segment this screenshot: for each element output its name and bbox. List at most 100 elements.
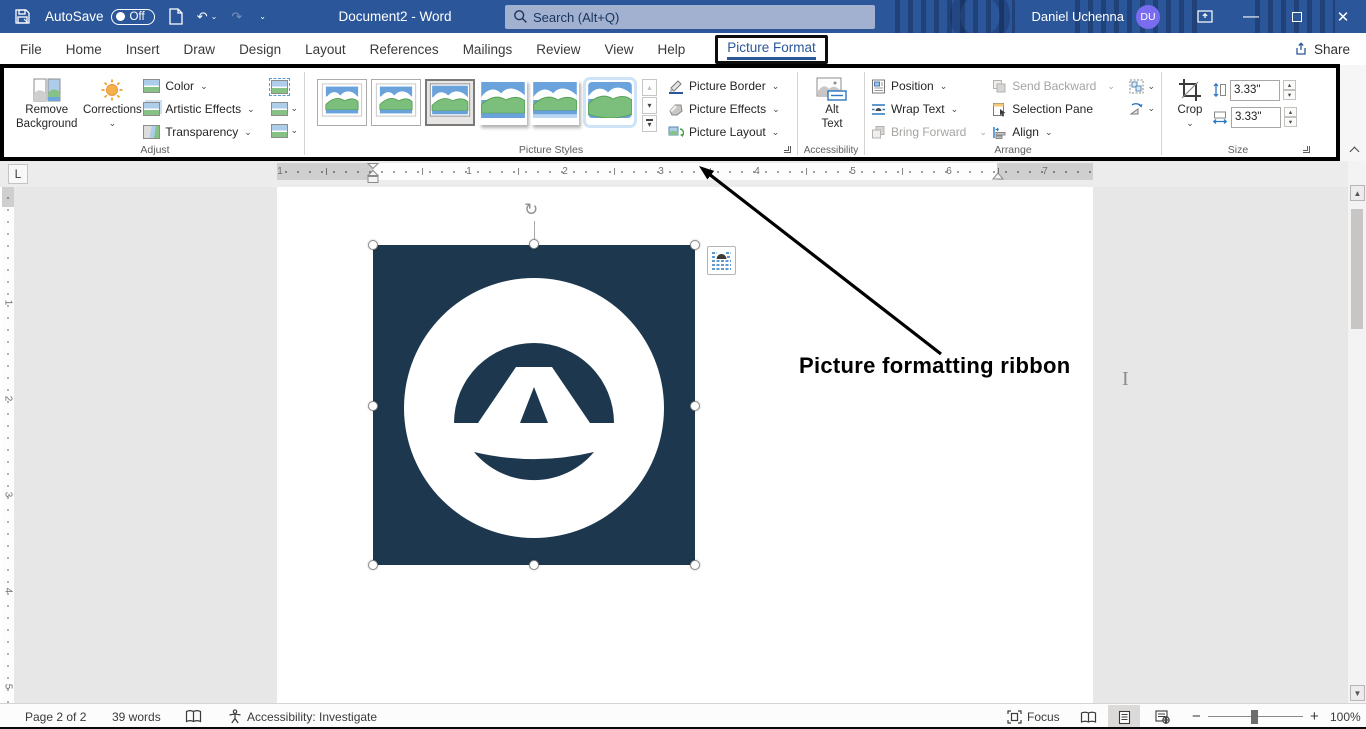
read-mode-button[interactable]	[1072, 705, 1104, 729]
zoom-in-button[interactable]: +	[1310, 704, 1319, 729]
tab-picture-format[interactable]: Picture Format	[727, 40, 816, 60]
corrections-button[interactable]: Corrections ⌄	[81, 73, 143, 131]
height-input[interactable]	[1230, 80, 1280, 101]
width-spinner[interactable]: ▴▾	[1284, 107, 1297, 127]
height-spinner[interactable]: ▴▾	[1283, 80, 1296, 100]
scroll-down-button[interactable]: ▼	[1350, 685, 1365, 701]
reset-picture-menu[interactable]: ⌄	[271, 121, 298, 140]
user-name[interactable]: Daniel Uchenna	[1031, 9, 1124, 24]
search-bar[interactable]	[505, 5, 875, 29]
horizontal-ruler[interactable]: 1 1 2 3 4 5 6 7	[277, 163, 1093, 180]
selected-picture[interactable]	[373, 245, 695, 565]
resize-handle-ne[interactable]	[690, 240, 700, 250]
print-layout-button[interactable]	[1108, 705, 1140, 729]
picture-style-thumbnail[interactable]	[425, 79, 475, 126]
tab-review[interactable]: Review	[524, 33, 592, 65]
tab-layout[interactable]: Layout	[293, 33, 358, 65]
rotate-objects-menu[interactable]: ⌄	[1129, 99, 1155, 118]
tab-mailings[interactable]: Mailings	[451, 33, 525, 65]
gallery-more-button[interactable]: ▾	[642, 115, 657, 132]
save-icon[interactable]	[14, 8, 31, 25]
tab-view[interactable]: View	[592, 33, 645, 65]
picture-style-thumbnail[interactable]	[531, 80, 579, 125]
resize-handle-nw[interactable]	[368, 240, 378, 250]
picture-border-menu[interactable]: Picture Border⌄	[668, 75, 790, 97]
restore-button[interactable]	[1274, 0, 1320, 33]
collapse-ribbon-button[interactable]	[1350, 146, 1359, 155]
layout-options-button[interactable]	[707, 246, 736, 275]
picture-layout-icon	[668, 125, 684, 140]
resize-handle-sw[interactable]	[368, 560, 378, 570]
resize-handle-se[interactable]	[690, 560, 700, 570]
change-picture-menu[interactable]: ⌄	[271, 99, 298, 118]
alt-text-button[interactable]: Alt Text	[804, 73, 860, 134]
gallery-scroll-up-button[interactable]: ▴	[642, 79, 657, 96]
search-input[interactable]	[533, 10, 813, 25]
minimize-button[interactable]: —	[1228, 0, 1274, 33]
group-objects-icon	[1129, 79, 1145, 94]
tab-insert[interactable]: Insert	[114, 33, 172, 65]
picture-style-thumbnail[interactable]	[371, 79, 421, 126]
customize-qat-icon[interactable]: ⌄	[259, 12, 266, 21]
tab-file[interactable]: File	[8, 33, 54, 65]
annotation-box-picture-format: Picture Format	[715, 35, 828, 64]
ribbon-display-options-icon[interactable]	[1182, 0, 1228, 33]
gallery-scroll-down-button[interactable]: ▾	[642, 97, 657, 114]
wrap-text-menu[interactable]: Wrap Text⌄	[871, 98, 992, 120]
transparency-menu[interactable]: Transparency⌄	[143, 121, 265, 143]
word-count[interactable]: 39 words	[112, 704, 161, 729]
width-input[interactable]	[1231, 107, 1281, 128]
compress-pictures-button[interactable]	[271, 77, 298, 96]
autosave-state: Off	[130, 11, 145, 23]
resize-handle-e[interactable]	[690, 401, 700, 411]
picture-style-thumbnail[interactable]	[479, 80, 527, 125]
zoom-out-button[interactable]: −	[1192, 704, 1201, 729]
vertical-scrollbar[interactable]: ▲ ▼	[1348, 161, 1366, 703]
alt-text-label: Alt Text	[817, 104, 847, 131]
share-button[interactable]: Share	[1294, 33, 1350, 65]
accessibility-checker[interactable]: Accessibility: Investigate	[228, 704, 377, 729]
remove-background-button[interactable]: Remove Background	[12, 73, 81, 134]
position-menu[interactable]: Position⌄	[871, 75, 992, 97]
new-document-icon[interactable]	[169, 8, 183, 25]
tab-design[interactable]: Design	[227, 33, 293, 65]
picture-style-thumbnail[interactable]	[586, 80, 634, 125]
page-indicator[interactable]: Page 2 of 2	[25, 704, 86, 729]
zoom-slider-thumb[interactable]	[1251, 710, 1258, 724]
chevron-down-icon[interactable]: ⌄	[211, 12, 218, 21]
close-button[interactable]: ✕	[1320, 0, 1366, 33]
resize-handle-s[interactable]	[529, 560, 539, 570]
rotate-handle[interactable]: ↻	[524, 200, 538, 220]
group-objects-menu[interactable]: ⌄	[1129, 77, 1155, 96]
picture-effects-menu[interactable]: Picture Effects⌄	[668, 98, 790, 120]
tab-home[interactable]: Home	[54, 33, 114, 65]
indent-markers[interactable]	[367, 163, 379, 187]
crop-button[interactable]: Crop ⌄	[1168, 73, 1212, 131]
resize-handle-w[interactable]	[368, 401, 378, 411]
avatar[interactable]: DU	[1136, 5, 1160, 29]
width-icon	[1212, 110, 1228, 125]
logo-image	[373, 245, 695, 565]
accessibility-status: Accessibility: Investigate	[247, 710, 377, 724]
right-indent-marker[interactable]	[992, 171, 1004, 180]
scroll-up-button[interactable]: ▲	[1350, 185, 1365, 201]
proofing-icon[interactable]	[185, 704, 202, 729]
color-menu[interactable]: Color⌄	[143, 75, 265, 97]
tab-selector[interactable]: L	[8, 164, 28, 184]
picture-layout-menu[interactable]: Picture Layout⌄	[668, 121, 790, 143]
scroll-thumb[interactable]	[1351, 209, 1363, 329]
tab-help[interactable]: Help	[646, 33, 698, 65]
autosave-toggle[interactable]: AutoSave Off	[45, 9, 155, 25]
align-menu[interactable]: Align⌄	[992, 121, 1127, 143]
undo-button[interactable]: ↶⌄	[197, 9, 218, 25]
selection-pane-button[interactable]: Selection Pane	[992, 98, 1127, 120]
web-layout-button[interactable]	[1146, 705, 1178, 729]
tab-draw[interactable]: Draw	[172, 33, 228, 65]
vertical-ruler[interactable]: 1 2 3 4 5	[2, 187, 14, 703]
artistic-effects-menu[interactable]: Artistic Effects⌄	[143, 98, 265, 120]
picture-style-thumbnail[interactable]	[317, 79, 367, 126]
tab-references[interactable]: References	[358, 33, 451, 65]
resize-handle-n[interactable]	[529, 239, 539, 249]
focus-button[interactable]: Focus	[1007, 704, 1060, 729]
zoom-level[interactable]: 100%	[1330, 704, 1361, 729]
